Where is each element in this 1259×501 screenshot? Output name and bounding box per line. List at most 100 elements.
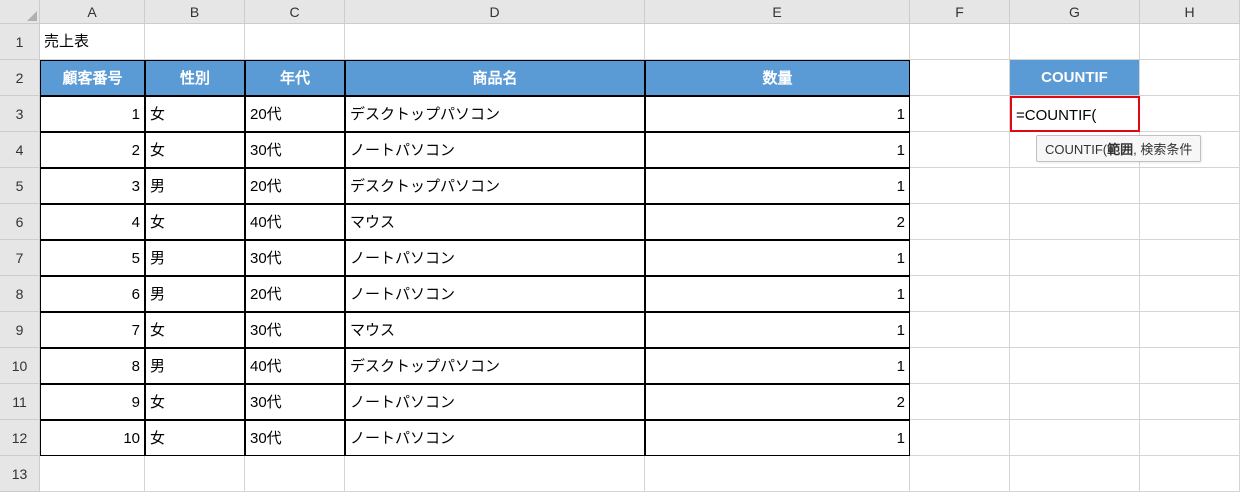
cell-H7[interactable] xyxy=(1140,240,1240,276)
cell-G7[interactable] xyxy=(1010,240,1140,276)
cell-A12[interactable]: 10 xyxy=(40,420,145,456)
cell-H10[interactable] xyxy=(1140,348,1240,384)
col-header-C[interactable]: C xyxy=(245,0,345,24)
cell-G11[interactable] xyxy=(1010,384,1140,420)
cell-G8[interactable] xyxy=(1010,276,1140,312)
cell-B4[interactable]: 女 xyxy=(145,132,245,168)
cell-A10[interactable]: 8 xyxy=(40,348,145,384)
col-header-G[interactable]: G xyxy=(1010,0,1140,24)
cell-C3[interactable]: 20代 xyxy=(245,96,345,132)
cell-H8[interactable] xyxy=(1140,276,1240,312)
cell-B9[interactable]: 女 xyxy=(145,312,245,348)
cell-D11[interactable]: ノートパソコン xyxy=(345,384,645,420)
cell-C10[interactable]: 40代 xyxy=(245,348,345,384)
cell-B5[interactable]: 男 xyxy=(145,168,245,204)
cell-G6[interactable] xyxy=(1010,204,1140,240)
cell-D9[interactable]: マウス xyxy=(345,312,645,348)
cell-B13[interactable] xyxy=(145,456,245,492)
cell-E8[interactable]: 1 xyxy=(645,276,910,312)
cell-H11[interactable] xyxy=(1140,384,1240,420)
cell-C8[interactable]: 20代 xyxy=(245,276,345,312)
cell-A7[interactable]: 5 xyxy=(40,240,145,276)
row-header-6[interactable]: 6 xyxy=(0,204,40,240)
cell-D4[interactable]: ノートパソコン xyxy=(345,132,645,168)
cell-E6[interactable]: 2 xyxy=(645,204,910,240)
cell-E12[interactable]: 1 xyxy=(645,420,910,456)
cell-F1[interactable] xyxy=(910,24,1010,60)
table-header-product[interactable]: 商品名 xyxy=(345,60,645,96)
cell-C9[interactable]: 30代 xyxy=(245,312,345,348)
col-header-B[interactable]: B xyxy=(145,0,245,24)
cell-D6[interactable]: マウス xyxy=(345,204,645,240)
cell-A11[interactable]: 9 xyxy=(40,384,145,420)
cell-E13[interactable] xyxy=(645,456,910,492)
row-header-7[interactable]: 7 xyxy=(0,240,40,276)
cell-E11[interactable]: 2 xyxy=(645,384,910,420)
cell-C1[interactable] xyxy=(245,24,345,60)
cell-H9[interactable] xyxy=(1140,312,1240,348)
row-header-13[interactable]: 13 xyxy=(0,456,40,492)
cell-H1[interactable] xyxy=(1140,24,1240,60)
cell-B12[interactable]: 女 xyxy=(145,420,245,456)
cell-D1[interactable] xyxy=(345,24,645,60)
row-header-3[interactable]: 3 xyxy=(0,96,40,132)
cell-B3[interactable]: 女 xyxy=(145,96,245,132)
cell-D8[interactable]: ノートパソコン xyxy=(345,276,645,312)
cell-F5[interactable] xyxy=(910,168,1010,204)
cell-G3-formula-input[interactable]: =COUNTIF( xyxy=(1010,96,1140,132)
cell-C11[interactable]: 30代 xyxy=(245,384,345,420)
table-header-age[interactable]: 年代 xyxy=(245,60,345,96)
cell-C6[interactable]: 40代 xyxy=(245,204,345,240)
cell-A13[interactable] xyxy=(40,456,145,492)
cell-F8[interactable] xyxy=(910,276,1010,312)
cell-G1[interactable] xyxy=(1010,24,1140,60)
cell-E5[interactable]: 1 xyxy=(645,168,910,204)
cell-C13[interactable] xyxy=(245,456,345,492)
cell-F4[interactable] xyxy=(910,132,1010,168)
cell-A4[interactable]: 2 xyxy=(40,132,145,168)
col-header-H[interactable]: H xyxy=(1140,0,1240,24)
cell-D13[interactable] xyxy=(345,456,645,492)
col-header-F[interactable]: F xyxy=(910,0,1010,24)
cell-A3[interactable]: 1 xyxy=(40,96,145,132)
row-header-9[interactable]: 9 xyxy=(0,312,40,348)
cell-H13[interactable] xyxy=(1140,456,1240,492)
col-header-D[interactable]: D xyxy=(345,0,645,24)
row-header-5[interactable]: 5 xyxy=(0,168,40,204)
cell-F12[interactable] xyxy=(910,420,1010,456)
cell-G12[interactable] xyxy=(1010,420,1140,456)
cell-A9[interactable]: 7 xyxy=(40,312,145,348)
cell-F10[interactable] xyxy=(910,348,1010,384)
cell-G10[interactable] xyxy=(1010,348,1140,384)
cell-D10[interactable]: デスクトップパソコン xyxy=(345,348,645,384)
cell-E7[interactable]: 1 xyxy=(645,240,910,276)
cell-A6[interactable]: 4 xyxy=(40,204,145,240)
cell-E3[interactable]: 1 xyxy=(645,96,910,132)
table-header-customer-no[interactable]: 顧客番号 xyxy=(40,60,145,96)
cell-A1[interactable]: 売上表 xyxy=(40,24,145,60)
cell-G2-countif-label[interactable]: COUNTIF xyxy=(1010,60,1140,96)
cell-E4[interactable]: 1 xyxy=(645,132,910,168)
cell-F13[interactable] xyxy=(910,456,1010,492)
table-header-qty[interactable]: 数量 xyxy=(645,60,910,96)
cell-F3[interactable] xyxy=(910,96,1010,132)
cell-C12[interactable]: 30代 xyxy=(245,420,345,456)
row-header-1[interactable]: 1 xyxy=(0,24,40,60)
cell-B11[interactable]: 女 xyxy=(145,384,245,420)
spreadsheet-grid[interactable]: A B C D E F G H 1 売上表 2 顧客番号 性別 年代 商品名 数… xyxy=(0,0,1259,492)
cell-H6[interactable] xyxy=(1140,204,1240,240)
cell-A5[interactable]: 3 xyxy=(40,168,145,204)
cell-F9[interactable] xyxy=(910,312,1010,348)
row-header-10[interactable]: 10 xyxy=(0,348,40,384)
cell-C5[interactable]: 20代 xyxy=(245,168,345,204)
cell-B1[interactable] xyxy=(145,24,245,60)
cell-H3[interactable] xyxy=(1140,96,1240,132)
cell-D12[interactable]: ノートパソコン xyxy=(345,420,645,456)
row-header-12[interactable]: 12 xyxy=(0,420,40,456)
cell-F2[interactable] xyxy=(910,60,1010,96)
cell-H5[interactable] xyxy=(1140,168,1240,204)
cell-G9[interactable] xyxy=(1010,312,1140,348)
col-header-E[interactable]: E xyxy=(645,0,910,24)
select-all-corner[interactable] xyxy=(0,0,40,24)
row-header-2[interactable]: 2 xyxy=(0,60,40,96)
